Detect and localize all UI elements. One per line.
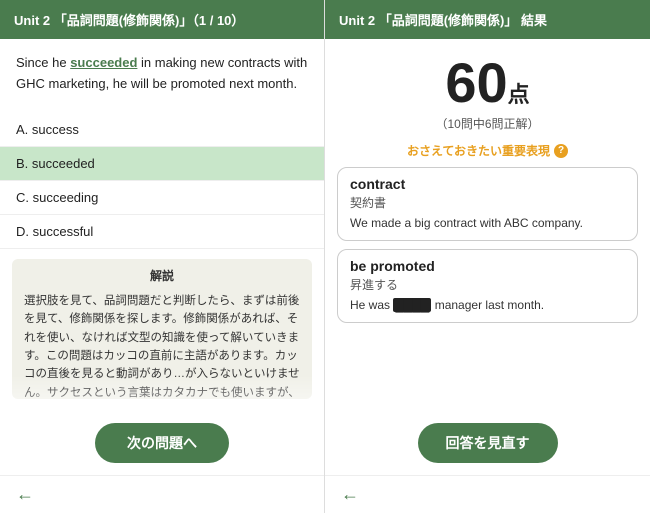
right-header-text: Unit 2 「品詞問題(修飾関係)」 結果 <box>339 13 547 28</box>
vocab-cards: contract 契約書 We made a big contract with… <box>325 161 650 329</box>
left-back-arrow[interactable]: ← <box>16 484 34 505</box>
score-sub: （10問中6問正解） <box>325 115 650 132</box>
next-button[interactable]: 次の問題へ <box>95 423 229 463</box>
highlight-word: succeeded <box>70 55 137 70</box>
left-header: Unit 2 「品詞問題(修飾関係)」（1 / 10） <box>0 0 324 39</box>
score-area: 60点 （10問中6問正解） <box>325 39 650 136</box>
left-header-text: Unit 2 「品詞問題(修飾関係)」（1 / 10） <box>14 13 244 28</box>
explanation-title: 解説 <box>24 267 300 286</box>
option-a[interactable]: A. success <box>0 113 324 147</box>
options-list: A. success B. succeeded C. succeeding D.… <box>0 105 324 249</box>
option-c[interactable]: C. succeeding <box>0 181 324 215</box>
vocab-card-contract: contract 契約書 We made a big contract with… <box>337 167 638 241</box>
vocab-word-1: contract <box>350 176 625 192</box>
vocab-word-2: be promoted <box>350 258 625 274</box>
score-number: 60 <box>445 51 507 114</box>
option-d[interactable]: D. successful <box>0 215 324 249</box>
vocab-meaning-1: 契約書 <box>350 194 625 211</box>
right-back-arrow[interactable]: ← <box>341 484 359 505</box>
vocab-meaning-2: 昇進する <box>350 276 625 293</box>
vocab-example-2: He was ████ manager last month. <box>350 297 625 314</box>
help-icon[interactable]: ? <box>554 144 568 158</box>
vocab-card-promoted: be promoted 昇進する He was ████ manager las… <box>337 249 638 323</box>
option-b[interactable]: B. succeeded <box>0 147 324 181</box>
right-header: Unit 2 「品詞問題(修飾関係)」 結果 <box>325 0 650 39</box>
question-text-pre: Since he <box>16 55 70 70</box>
question-area: Since he succeeded in making new contrac… <box>0 39 324 105</box>
left-footer: ← <box>0 475 324 513</box>
score-unit: 点 <box>508 82 530 107</box>
vocab-blank: ████ <box>393 298 431 312</box>
important-label-text: おさえておきたい重要表現 <box>407 142 550 159</box>
explanation-box: 解説 選択肢を見て、品詞問題だと判断したら、まずは前後を見て、修飾関係を探します… <box>12 259 312 399</box>
review-button[interactable]: 回答を見直す <box>418 423 558 463</box>
important-label: おさえておきたい重要表現 ? <box>325 136 650 161</box>
vocab-example-1: We made a big contract with ABC company. <box>350 215 625 232</box>
right-footer: ← <box>325 475 650 513</box>
left-panel: Unit 2 「品詞問題(修飾関係)」（1 / 10） Since he suc… <box>0 0 325 513</box>
explanation-body: 選択肢を見て、品詞問題だと判断したら、まずは前後を見て、修飾関係を探します。修飾… <box>24 292 300 399</box>
right-panel: Unit 2 「品詞問題(修飾関係)」 結果 60点 （10問中6問正解） おさ… <box>325 0 650 513</box>
